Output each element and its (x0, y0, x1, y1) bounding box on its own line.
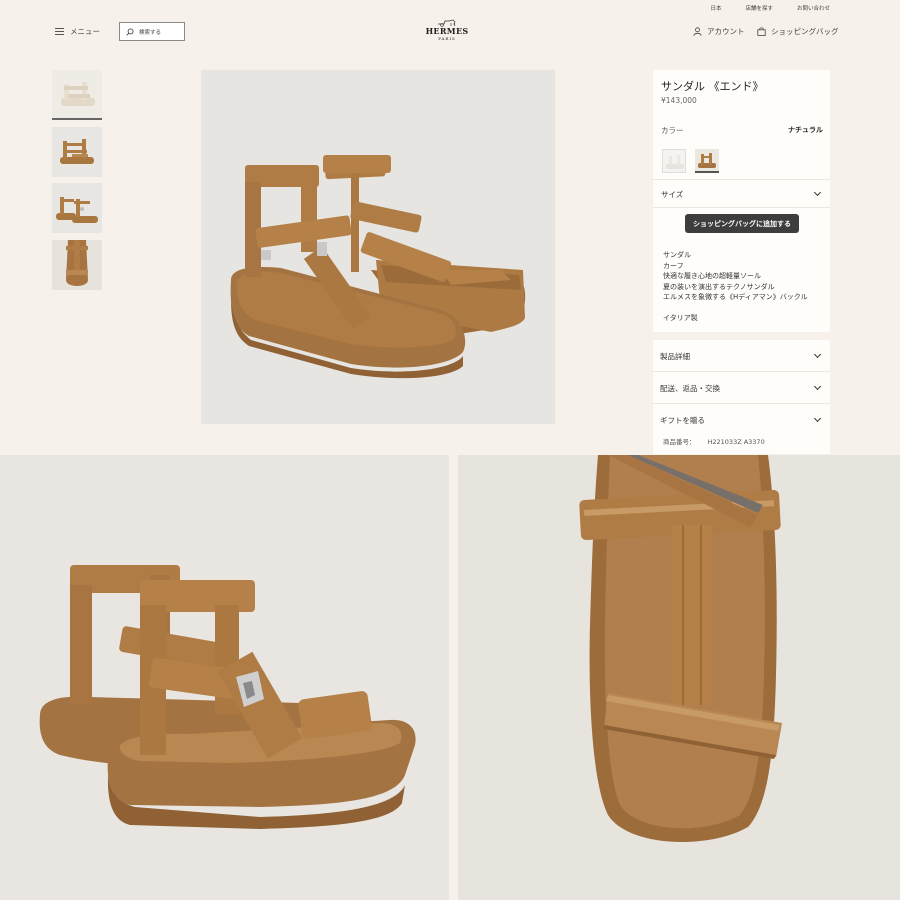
sandal-thumb-image (66, 240, 88, 286)
accordion-product-details[interactable]: 製品詳細 (660, 351, 690, 362)
divider (653, 371, 830, 372)
product-accordions: 製品詳細 配送、返品・交換 ギフトを贈る 商品番号： H221033Z A3370 (653, 340, 830, 454)
chevron-down-icon[interactable] (813, 188, 822, 197)
accordion-gift[interactable]: ギフトを贈る (660, 415, 705, 426)
product-title: サンダル 《エンド》 (661, 80, 764, 93)
search-input[interactable]: 検索する (119, 22, 185, 41)
divider (653, 207, 830, 208)
account-label: アカウント (707, 27, 745, 36)
chevron-down-icon[interactable] (813, 414, 822, 423)
account-icon (693, 27, 702, 36)
description-line: 夏の装いを演出するテクノサンダル (663, 282, 775, 291)
product-image-side[interactable] (0, 455, 449, 900)
product-origin: イタリア製 (663, 314, 698, 322)
menu-label: メニュー (70, 27, 100, 36)
product-image-top[interactable] (458, 455, 900, 900)
chevron-down-icon[interactable] (813, 382, 822, 391)
description-line: エルメスを象徴する《Hディアマン》バックル (663, 293, 808, 302)
search-icon (126, 27, 134, 36)
thumbnail-3[interactable] (52, 183, 102, 233)
product-reference: 商品番号： H221033Z A3370 (663, 436, 765, 446)
account-link[interactable]: アカウント (693, 26, 745, 37)
description-line: サンダル (663, 251, 691, 259)
accordion-shipping-returns[interactable]: 配送、返品・交換 (660, 383, 720, 394)
sandal-thumb-image (61, 82, 95, 106)
swatch-white-image (666, 155, 684, 169)
swatch-natural-image (698, 153, 716, 168)
divider (653, 179, 830, 180)
reference-value: H221033Z A3370 (707, 438, 765, 446)
thumbnail-2[interactable] (52, 127, 102, 177)
description-line: 快適な履き心地の超軽量ソール (663, 272, 761, 281)
sandal-thumb-image (60, 139, 94, 164)
color-label: カラー (661, 126, 684, 135)
bag-label: ショッピングバッグ (771, 27, 839, 36)
product-price: ¥143,000 (661, 96, 697, 105)
color-swatch-white[interactable] (662, 149, 686, 173)
sandal-top-image (579, 455, 782, 843)
search-placeholder: 検索する (139, 29, 162, 36)
product-description: サンダル カーフ 快適な履き心地の超軽量ソール 夏の装いを演出するテクノサンダル… (663, 250, 808, 303)
shopping-bag-link[interactable]: ショッピングバッグ (757, 26, 839, 37)
bag-icon (757, 27, 766, 36)
product-info-panel: サンダル 《エンド》 ¥143,000 カラー ナチュラル サイズ ショッピング… (653, 70, 830, 332)
menu-button[interactable]: メニュー (55, 26, 100, 37)
sandal-main-image (230, 155, 526, 379)
hamburger-icon (55, 28, 64, 35)
site-header: メニュー 検索する HERMES PARIS アカウント ショッピングバッグ (0, 0, 900, 50)
sandal-thumb-image (56, 197, 98, 223)
divider (653, 403, 830, 404)
main-product-image[interactable] (201, 70, 555, 424)
thumbnail-1[interactable] (52, 70, 102, 120)
color-swatch-natural[interactable] (695, 149, 719, 173)
description-line: カーフ (663, 261, 684, 270)
thumbnail-4[interactable] (52, 240, 102, 290)
reference-label: 商品番号： (663, 438, 696, 446)
size-selector-label[interactable]: サイズ (661, 189, 683, 200)
chevron-down-icon[interactable] (813, 350, 822, 359)
add-to-bag-button[interactable]: ショッピングバッグに追加する (685, 214, 799, 233)
brand-name: HERMES (425, 26, 469, 36)
color-value: ナチュラル (788, 126, 823, 134)
brand-sub: PARIS (438, 36, 456, 41)
brand-logo[interactable]: HERMES PARIS (423, 18, 471, 41)
sandal-side-image (39, 565, 416, 829)
